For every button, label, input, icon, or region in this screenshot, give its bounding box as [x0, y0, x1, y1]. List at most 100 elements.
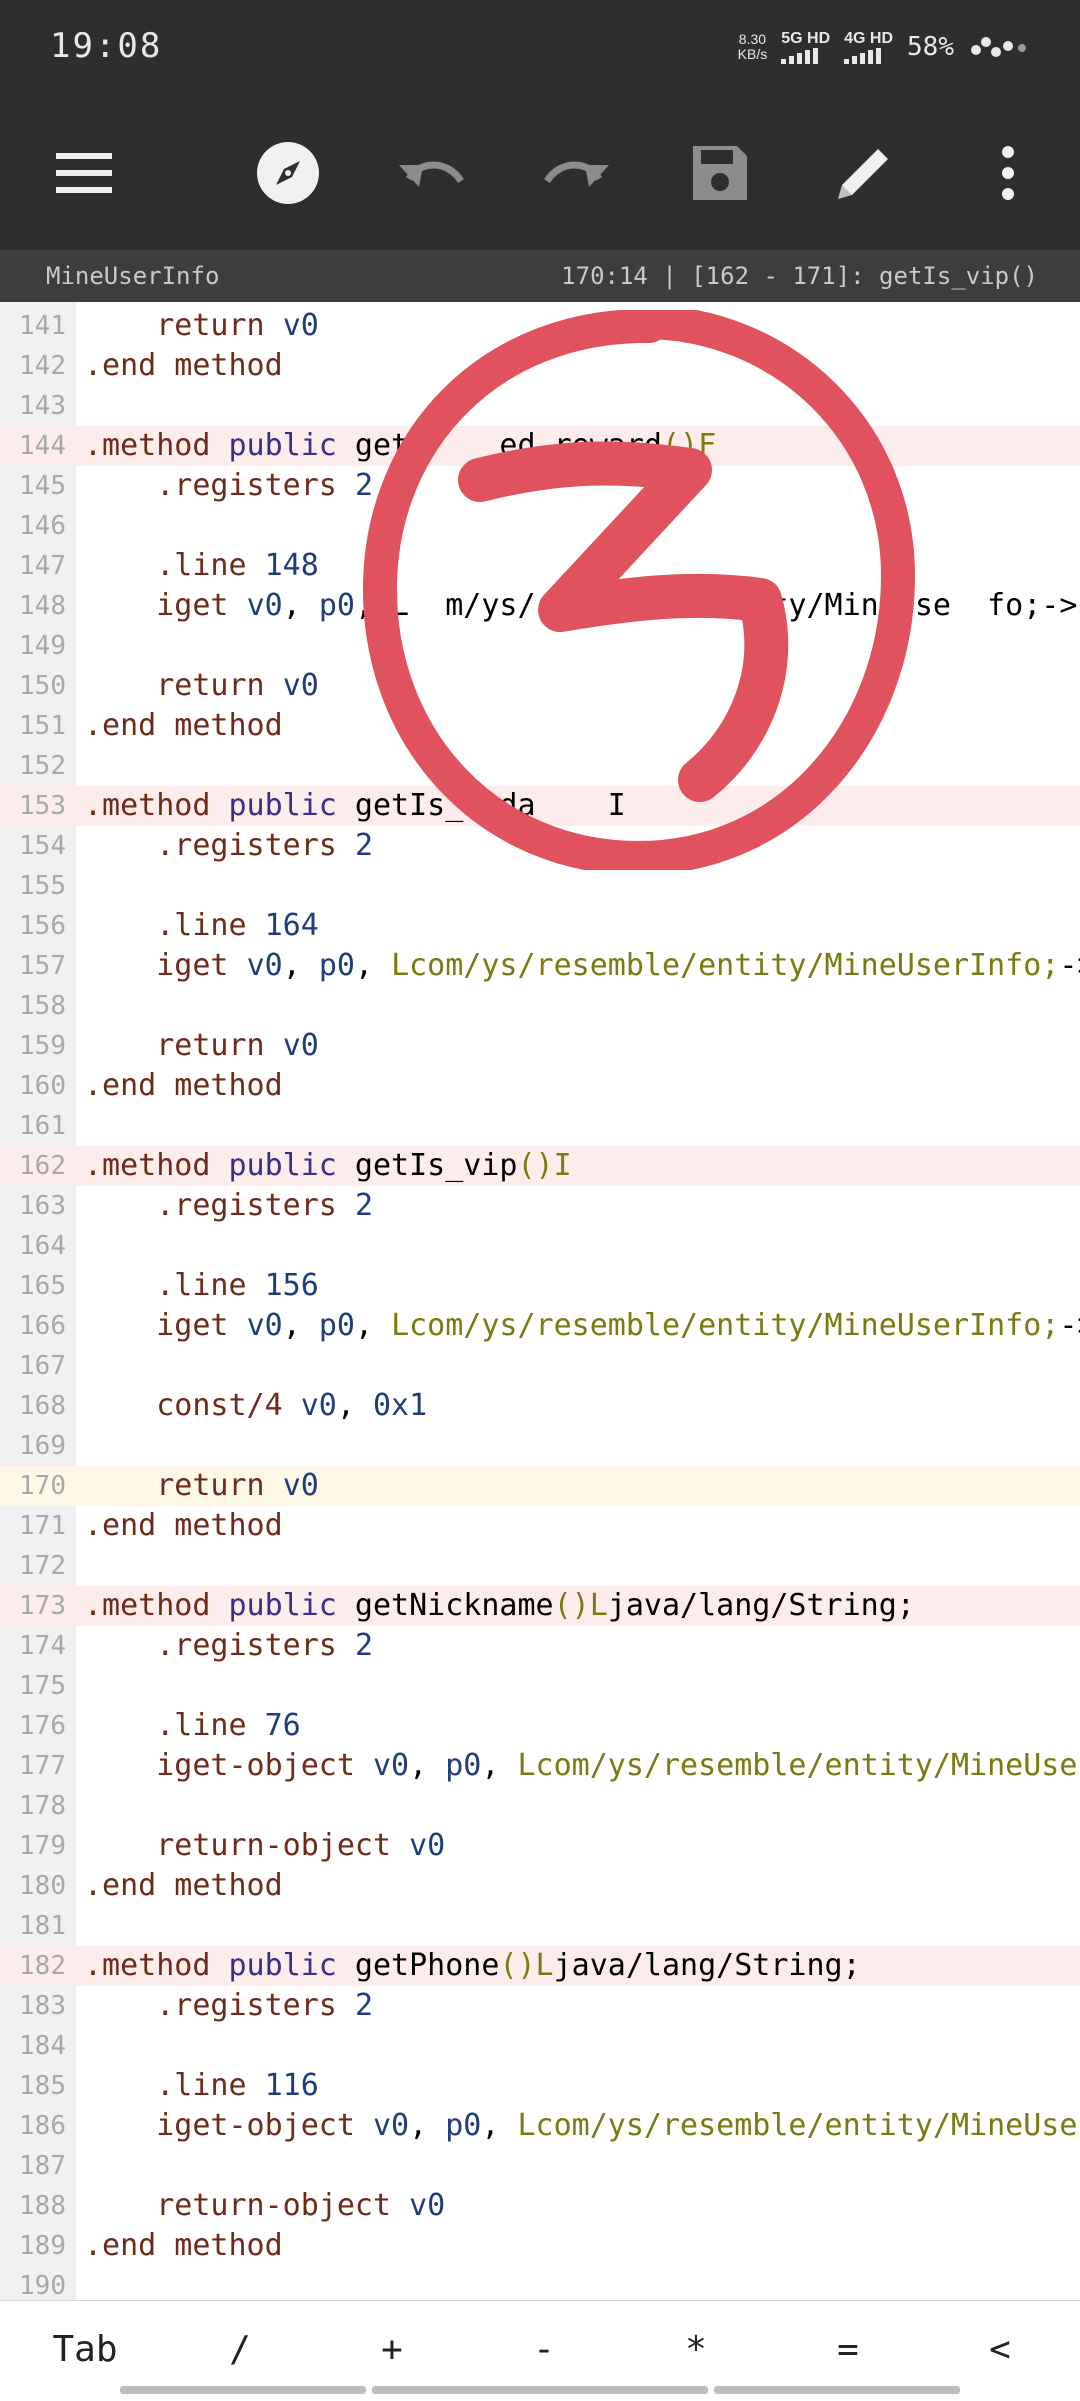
code-line[interactable]: 141 return v0 — [0, 306, 1080, 346]
line-number: 186 — [19, 2111, 66, 2141]
more-vert-icon[interactable] — [960, 125, 1056, 221]
code-line[interactable]: 146 — [0, 506, 1080, 546]
line-number: 156 — [19, 911, 66, 941]
code-text: .end method — [84, 1508, 283, 1543]
key-tab[interactable]: Tab — [40, 2319, 130, 2381]
code-line[interactable]: 153 .method public getIs_upda I — [0, 786, 1080, 826]
code-line[interactable]: 149 — [0, 626, 1080, 666]
code-text: .registers 2 — [156, 1988, 373, 2023]
editor-toolbar — [0, 95, 1080, 250]
code-line[interactable]: 159 return v0 — [0, 1026, 1080, 1066]
code-line[interactable]: 143 — [0, 386, 1080, 426]
code-line[interactable]: 184 — [0, 2026, 1080, 2066]
code-line[interactable]: 157 iget v0, p0, Lcom/ys/resemble/entity… — [0, 946, 1080, 986]
clock: 19:08 — [50, 26, 163, 66]
line-number: 155 — [19, 871, 66, 901]
key-symbol[interactable]: = — [808, 2319, 888, 2381]
code-line[interactable]: 178 — [0, 1786, 1080, 1826]
code-editor[interactable]: 141 return v0 142 .end method 143 144 .method… — [0, 302, 1080, 2300]
line-number: 183 — [19, 1991, 66, 2021]
edit-icon[interactable] — [816, 125, 912, 221]
line-number: 149 — [19, 631, 66, 661]
line-number: 146 — [19, 511, 66, 541]
code-line[interactable]: 144 .method public getI ed_reward()F — [0, 426, 1080, 466]
code-text: .end method — [84, 708, 283, 743]
code-text: .method public getIs_vip()I — [84, 1148, 572, 1183]
code-line[interactable]: 154 .registers 2 — [0, 826, 1080, 866]
code-text: iget v0, p0, Lcom/ys/resemble/entity/Min… — [156, 1308, 1080, 1343]
code-line[interactable]: 155 — [0, 866, 1080, 906]
key-symbol[interactable]: * — [656, 2319, 736, 2381]
code-line[interactable]: 151 .end method — [0, 706, 1080, 746]
code-line[interactable]: 188 return-object v0 — [0, 2186, 1080, 2226]
save-icon[interactable] — [672, 125, 768, 221]
code-text: .method public getIs_upda I — [84, 788, 626, 823]
code-line[interactable]: 171 .end method — [0, 1506, 1080, 1546]
code-line[interactable]: 183 .registers 2 — [0, 1986, 1080, 2026]
system-indicators: 8.30 KB/s 5G HD 4G HD 58% — [738, 30, 1030, 64]
code-line[interactable]: 172 — [0, 1546, 1080, 1586]
code-line[interactable]: 168 const/4 v0, 0x1 — [0, 1386, 1080, 1426]
code-line[interactable]: 147 .line 148 — [0, 546, 1080, 586]
line-number: 143 — [19, 391, 66, 421]
code-line[interactable]: 187 — [0, 2146, 1080, 2186]
line-number: 166 — [19, 1311, 66, 1341]
code-line[interactable]: 186 iget-object v0, p0, Lcom/ys/resemble… — [0, 2106, 1080, 2146]
battery-level: 58% — [907, 32, 954, 62]
menu-icon[interactable] — [36, 125, 132, 221]
code-text: iget v0, p0, L m/ys/resemb ntity/MineUse… — [156, 588, 1080, 623]
undo-icon[interactable] — [384, 125, 480, 221]
code-line[interactable]: 150 return v0 — [0, 666, 1080, 706]
code-line[interactable]: 167 — [0, 1346, 1080, 1386]
code-line[interactable]: 158 — [0, 986, 1080, 1026]
code-text: .line 116 — [156, 2068, 319, 2103]
code-line[interactable]: 179 return-object v0 — [0, 1826, 1080, 1866]
code-line[interactable]: 166 iget v0, p0, Lcom/ys/resemble/entity… — [0, 1306, 1080, 1346]
code-line[interactable]: 142 .end method — [0, 346, 1080, 386]
code-line[interactable]: 169 — [0, 1426, 1080, 1466]
sim2-indicator: 4G HD — [844, 30, 893, 64]
code-line[interactable]: 162 .method public getIs_vip()I — [0, 1146, 1080, 1186]
code-line[interactable]: 175 — [0, 1666, 1080, 1706]
code-text: .registers 2 — [156, 1628, 373, 1663]
code-text: .method public getNickname()Ljava/lang/S… — [84, 1588, 915, 1623]
key-symbol[interactable]: - — [504, 2319, 584, 2381]
line-number: 177 — [19, 1751, 66, 1781]
code-line[interactable]: 163 .registers 2 — [0, 1186, 1080, 1226]
compass-icon[interactable] — [240, 125, 336, 221]
key-symbol[interactable]: / — [200, 2319, 280, 2381]
code-line[interactable]: 148 iget v0, p0, L m/ys/resemb ntity/Min… — [0, 586, 1080, 626]
key-symbol[interactable]: < — [960, 2319, 1040, 2381]
line-number: 169 — [19, 1431, 66, 1461]
line-number: 187 — [19, 2151, 66, 2181]
code-line[interactable]: 181 — [0, 1906, 1080, 1946]
code-line[interactable]: 145 .registers 2 — [0, 466, 1080, 506]
code-line[interactable]: 173 .method public getNickname()Ljava/lan… — [0, 1586, 1080, 1626]
code-line[interactable]: 182 .method public getPhone()Ljava/lang/S… — [0, 1946, 1080, 1986]
code-line[interactable]: 190 — [0, 2266, 1080, 2300]
code-line[interactable]: 180 .end method — [0, 1866, 1080, 1906]
code-line[interactable]: 170 return v0 — [0, 1466, 1080, 1506]
code-text: .line 76 — [156, 1708, 301, 1743]
line-number: 164 — [19, 1231, 66, 1261]
code-line[interactable]: 174 .registers 2 — [0, 1626, 1080, 1666]
code-line[interactable]: 152 — [0, 746, 1080, 786]
code-line[interactable]: 160 .end method — [0, 1066, 1080, 1106]
code-line[interactable]: 185 .line 116 — [0, 2066, 1080, 2106]
line-number: 153 — [19, 791, 66, 821]
code-line[interactable]: 165 .line 156 — [0, 1266, 1080, 1306]
scroll-indicator — [714, 2386, 960, 2394]
redo-icon[interactable] — [528, 125, 624, 221]
line-number: 158 — [19, 991, 66, 1021]
line-number: 180 — [19, 1871, 66, 1901]
line-number: 161 — [19, 1111, 66, 1141]
key-symbol[interactable]: + — [352, 2319, 432, 2381]
code-line[interactable]: 161 — [0, 1106, 1080, 1146]
code-line[interactable]: 164 — [0, 1226, 1080, 1266]
line-number: 144 — [19, 431, 66, 461]
code-line[interactable]: 177 iget-object v0, p0, Lcom/ys/resemble… — [0, 1746, 1080, 1786]
code-line[interactable]: 189 .end method — [0, 2226, 1080, 2266]
line-number: 165 — [19, 1271, 66, 1301]
code-line[interactable]: 156 .line 164 — [0, 906, 1080, 946]
code-line[interactable]: 176 .line 76 — [0, 1706, 1080, 1746]
